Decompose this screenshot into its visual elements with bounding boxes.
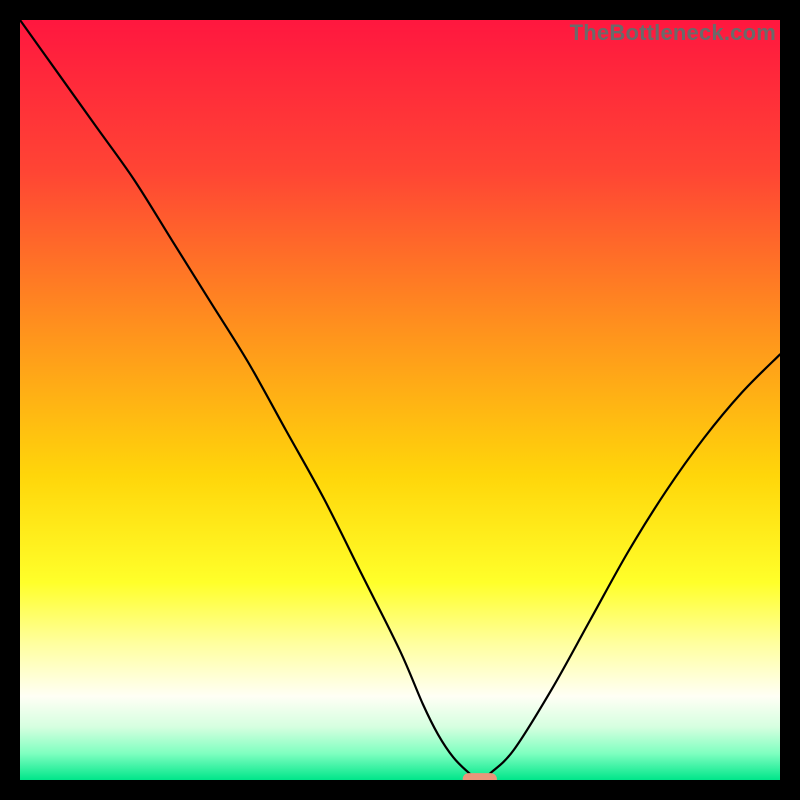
- chart-svg: [20, 20, 780, 780]
- watermark-text: TheBottleneck.com: [570, 20, 776, 46]
- target-marker: [463, 773, 497, 780]
- chart-frame: TheBottleneck.com: [20, 20, 780, 780]
- gradient-background: [20, 20, 780, 780]
